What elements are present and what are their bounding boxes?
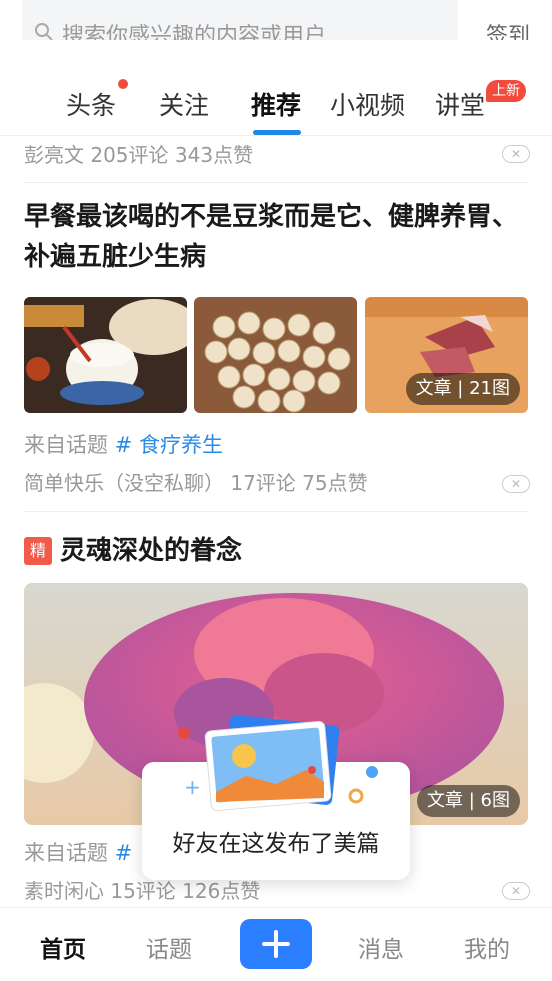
tab-headlines[interactable]: 头条 bbox=[66, 86, 116, 122]
dismiss-button[interactable]: ✕ bbox=[502, 475, 530, 493]
active-tab-indicator bbox=[253, 130, 301, 135]
nav-messages[interactable]: 消息 bbox=[358, 930, 404, 964]
popup-text: 好友在这发布了美篇 bbox=[172, 831, 380, 857]
category-tabs: 头条 关注 推荐 小视频 讲堂 上新 bbox=[0, 60, 552, 136]
tab-recommended[interactable]: 推荐 bbox=[251, 86, 301, 122]
topic-link[interactable]: # 食疗养生 bbox=[115, 433, 223, 457]
article-title[interactable]: 灵魂深处的眷念 bbox=[60, 531, 520, 571]
nav-home[interactable]: 首页 bbox=[40, 930, 86, 964]
featured-badge: 精 bbox=[24, 537, 52, 565]
topic-source: 来自话题 # bbox=[24, 841, 133, 865]
bottom-navigation: 首页 话题 消息 我的 bbox=[0, 907, 552, 981]
topic-source: 来自话题 # 食疗养生 bbox=[24, 433, 223, 457]
svg-text:+: + bbox=[186, 775, 201, 799]
like-count: 343点赞 bbox=[174, 143, 254, 167]
create-post-button[interactable] bbox=[240, 919, 312, 969]
comment-count: 205评论 bbox=[90, 143, 169, 167]
image-count-badge: 文章 | 6图 bbox=[417, 785, 520, 817]
new-badge: 上新 bbox=[486, 80, 526, 102]
photo-stack-icon: + bbox=[186, 715, 378, 812]
article-title[interactable]: 早餐最该喝的不是豆浆而是它、健脾养胃、补遍五脏少生病 bbox=[24, 197, 528, 277]
article-meta: 简单快乐（没空私聊） 17评论 75点赞 bbox=[24, 467, 368, 496]
divider bbox=[24, 182, 528, 183]
search-row: 搜索你感兴趣的内容或用户 签到 bbox=[0, 0, 552, 60]
article-thumbnail[interactable] bbox=[24, 297, 187, 413]
tab-short-video[interactable]: 小视频 bbox=[330, 86, 405, 122]
signin-button[interactable]: 签到 bbox=[486, 18, 530, 50]
article-thumbnail[interactable]: 文章 | 21图 bbox=[365, 297, 528, 413]
nav-topics[interactable]: 话题 bbox=[146, 930, 192, 964]
notification-dot bbox=[118, 79, 128, 89]
search-placeholder: 搜索你感兴趣的内容或用户 bbox=[62, 24, 327, 49]
author-name[interactable]: 彭亮文 bbox=[24, 143, 84, 167]
top-item-meta: 彭亮文 205评论 343点赞 bbox=[24, 139, 253, 168]
like-count: 126点赞 bbox=[182, 879, 261, 903]
article-thumbnail[interactable] bbox=[194, 297, 357, 413]
nav-me[interactable]: 我的 bbox=[464, 930, 510, 964]
author-name[interactable]: 素时闲心 bbox=[24, 879, 104, 903]
tab-following[interactable]: 关注 bbox=[159, 86, 209, 122]
dismiss-button[interactable]: ✕ bbox=[502, 145, 530, 163]
image-count-badge: 文章 | 21图 bbox=[405, 373, 520, 405]
like-count: 75点赞 bbox=[302, 471, 368, 495]
topic-link[interactable]: # bbox=[115, 841, 133, 865]
tab-lecture[interactable]: 讲堂 bbox=[435, 86, 485, 122]
search-icon bbox=[35, 23, 53, 41]
dismiss-button[interactable]: ✕ bbox=[502, 882, 530, 900]
divider bbox=[24, 511, 528, 512]
author-name[interactable]: 简单快乐（没空私聊） bbox=[24, 471, 224, 495]
comment-count: 15评论 bbox=[110, 879, 176, 903]
comment-count: 17评论 bbox=[230, 471, 296, 495]
